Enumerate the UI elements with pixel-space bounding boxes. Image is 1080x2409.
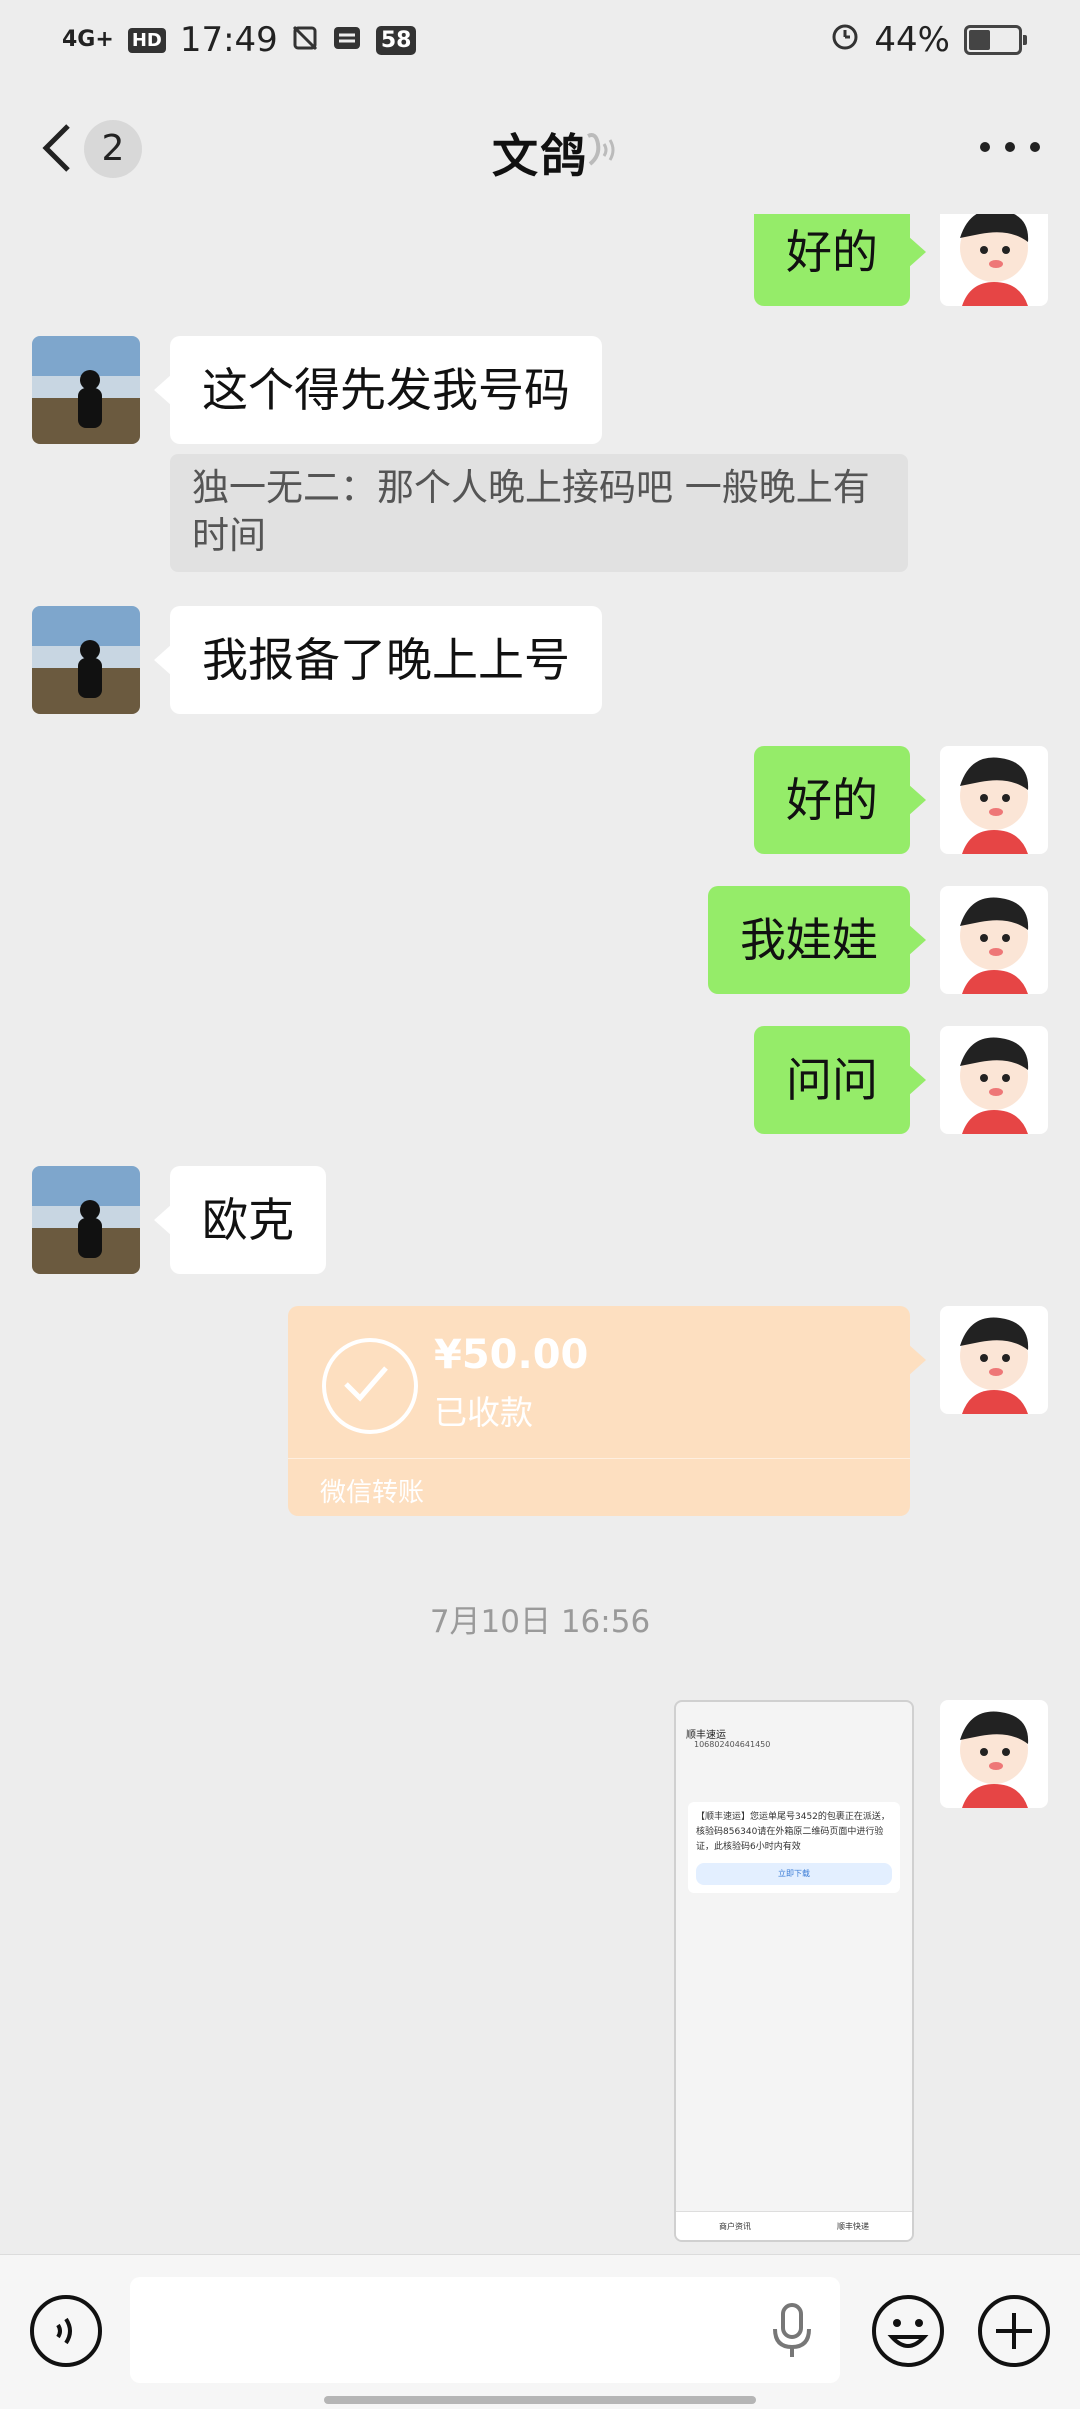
message-icon xyxy=(332,20,362,60)
microphone-icon xyxy=(773,2303,811,2357)
thumbnail-tab: 商户资讯 xyxy=(719,2221,751,2231)
contact-avatar[interactable] xyxy=(32,606,140,714)
landscape-photo-avatar-icon xyxy=(32,1166,140,1274)
image-message-thumbnail[interactable]: 顺丰速运 106802404641450 【顺丰速运】您运单尾号3452的包裹正… xyxy=(674,1700,914,2242)
thumbnail-sms-body: 【顺丰速运】您运单尾号3452的包裹正在派送，核验码856340请在外箱原二维码… xyxy=(696,1812,890,1852)
chat-header: 2 文鸽 xyxy=(0,84,1080,214)
transfer-card[interactable]: ¥50.00 已收款 微信转账 xyxy=(288,1306,926,1516)
thumbnail-bottom-tabs: 商户资讯 顺丰快递 xyxy=(676,2211,912,2240)
my-avatar[interactable] xyxy=(940,1700,1048,1808)
notification-count: 58 xyxy=(375,25,417,55)
transfer-status: 已收款 xyxy=(434,1393,533,1432)
thumbnail-sms: 【顺丰速运】您运单尾号3452的包裹正在派送，核验码856340请在外箱原二维码… xyxy=(688,1802,900,1893)
earpiece-mode-icon xyxy=(580,130,620,174)
message-bubble-sent[interactable]: 好的 xyxy=(754,746,926,854)
microphone-button[interactable] xyxy=(770,2301,814,2365)
divider xyxy=(288,1458,910,1459)
message-bubble-received[interactable]: 这个得先发我号码 xyxy=(154,336,602,444)
quoted-message[interactable]: 独一无二：那个人晚上接码吧 一般晚上有时间 xyxy=(170,454,908,572)
my-avatar[interactable] xyxy=(940,746,1048,854)
chat-message-list[interactable]: 好的 这个得先发我号码 独一无二：那个人晚上接码吧 一般晚上有时间 我报备了晚上… xyxy=(0,214,1080,2254)
thumbnail-sender: 顺丰速运 xyxy=(686,1730,726,1741)
thumbnail-number: 106802404641450 xyxy=(694,1740,771,1749)
message-bubble-received[interactable]: 欧克 xyxy=(154,1166,326,1274)
voice-mode-button[interactable] xyxy=(28,2293,104,2373)
my-avatar[interactable] xyxy=(940,1306,1048,1414)
emoji-icon xyxy=(872,2295,944,2367)
contact-avatar[interactable] xyxy=(32,336,140,444)
message-bubble-sent[interactable]: 问问 xyxy=(754,1026,926,1134)
alarm-icon xyxy=(830,20,860,60)
message-bubble-received[interactable]: 我报备了晚上上号 xyxy=(154,606,602,714)
dot-icon xyxy=(1030,142,1040,152)
message-bubble-sent[interactable]: 好的 xyxy=(754,214,926,306)
chat-title: 文鸽 xyxy=(492,129,588,183)
clock: 17:49 xyxy=(179,20,278,60)
no-sim-icon xyxy=(292,20,318,60)
my-avatar[interactable] xyxy=(940,1026,1048,1134)
checkmark-circle-icon xyxy=(322,1338,418,1434)
cartoon-boy-avatar-icon xyxy=(940,1306,1048,1414)
thumbnail-status-bar xyxy=(676,1702,912,1720)
contact-avatar[interactable] xyxy=(32,1166,140,1274)
thumbnail-download-button: 立即下载 xyxy=(696,1863,892,1885)
more-functions-button[interactable] xyxy=(976,2293,1052,2373)
transfer-amount: ¥50.00 xyxy=(434,1332,589,1378)
chat-input-bar xyxy=(0,2254,1080,2409)
message-bubble-sent[interactable]: 我娃娃 xyxy=(708,886,926,994)
cartoon-boy-avatar-icon xyxy=(940,886,1048,994)
cartoon-boy-avatar-icon xyxy=(940,1700,1048,1808)
signal-icon: 4G+ xyxy=(62,27,114,52)
message-input[interactable] xyxy=(130,2277,840,2383)
hd-badge: HD xyxy=(127,27,166,53)
emoji-button[interactable] xyxy=(870,2293,946,2373)
dot-icon xyxy=(1005,142,1015,152)
network-type: 4G+ xyxy=(62,27,114,52)
my-avatar[interactable] xyxy=(940,214,1048,306)
landscape-photo-avatar-icon xyxy=(32,606,140,714)
more-options-button[interactable] xyxy=(980,142,1040,158)
voice-icon xyxy=(30,2295,102,2367)
battery-icon xyxy=(964,25,1027,55)
cartoon-boy-avatar-icon xyxy=(940,746,1048,854)
home-indicator[interactable] xyxy=(324,2396,756,2404)
transfer-label: 微信转账 xyxy=(320,1478,425,1508)
status-bar: 4G+ HD 17:49 58 44% xyxy=(0,0,1080,84)
cartoon-boy-avatar-icon xyxy=(940,214,1048,306)
dot-icon xyxy=(980,142,990,152)
thumbnail-tab: 顺丰快递 xyxy=(837,2221,869,2231)
plus-icon xyxy=(978,2295,1050,2367)
battery-percent: 44% xyxy=(874,20,950,60)
my-avatar[interactable] xyxy=(940,886,1048,994)
message-timestamp: 7月10日 16:56 xyxy=(429,1604,651,1640)
cartoon-boy-avatar-icon xyxy=(940,1026,1048,1134)
battery-fill xyxy=(969,30,990,50)
landscape-photo-avatar-icon xyxy=(32,336,140,444)
